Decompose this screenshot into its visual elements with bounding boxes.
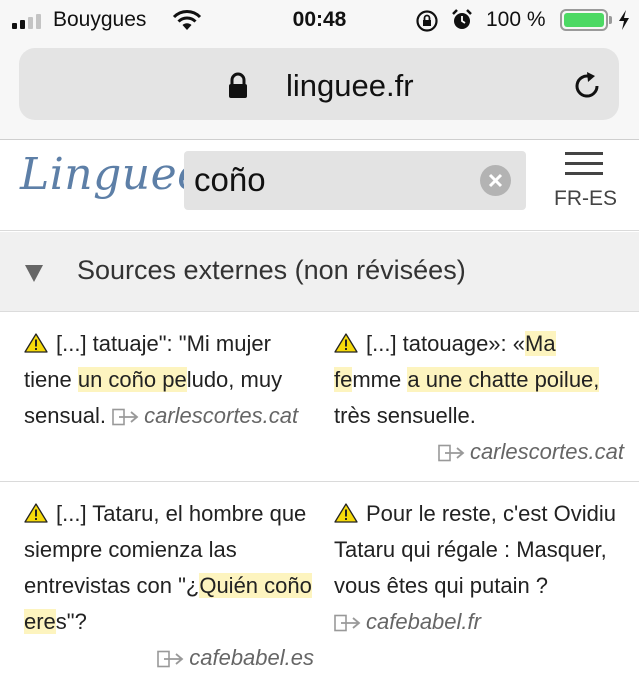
external-link-icon	[157, 650, 184, 668]
linguee-logo[interactable]: Linguee	[20, 149, 204, 200]
source-site: carlescortes.cat	[144, 403, 299, 428]
search-box[interactable]	[184, 151, 526, 210]
status-bar: Bouygues 00:48 100 %	[0, 0, 639, 40]
address-bar[interactable]: linguee.fr	[19, 48, 619, 120]
warning-icon	[24, 503, 48, 523]
source-site: carlescortes.cat	[469, 439, 624, 464]
example-text: s"?	[55, 609, 87, 634]
highlighted-text: un coño pe	[77, 367, 187, 392]
charging-bolt-icon	[619, 10, 629, 30]
language-pair[interactable]: FR-ES	[554, 187, 617, 211]
site-header: Linguee FR-ES	[0, 141, 639, 231]
target-example: Pour le reste, c'est Ovidiu Tataru qui r…	[334, 496, 624, 640]
source-link[interactable]: cafebabel.fr	[334, 609, 481, 634]
warning-icon	[334, 333, 358, 353]
source-link[interactable]: carlescortes.cat	[112, 403, 298, 428]
battery-nub	[609, 16, 612, 24]
source-site: cafebabel.es	[189, 645, 314, 670]
reload-icon[interactable]	[571, 70, 603, 102]
example-text: Pour le reste, c'est Ovidiu Tataru qui r…	[334, 501, 616, 598]
source-example: [...] Tataru, el hombre que siempre comi…	[24, 496, 314, 676]
section-header-external-sources[interactable]: Sources externes (non révisées)	[0, 232, 639, 312]
section-title: Sources externes (non révisées)	[77, 255, 466, 285]
rotation-lock-icon	[416, 10, 438, 32]
example-text: mme	[352, 367, 408, 392]
search-input[interactable]	[194, 161, 464, 199]
warning-icon	[334, 503, 358, 523]
highlighted-text: a une chatte poilue,	[407, 367, 600, 392]
battery-fill	[564, 13, 604, 27]
lock-icon	[229, 72, 247, 98]
battery-icon	[560, 9, 608, 31]
source-site: cafebabel.fr	[366, 609, 481, 634]
target-example: [...] tatouage»: «Ma femme a une chatte …	[334, 326, 624, 470]
example-text: très sensuelle.	[334, 403, 476, 428]
menu-icon[interactable]	[565, 152, 605, 180]
url-text: linguee.fr	[286, 68, 414, 103]
warning-icon	[24, 333, 48, 353]
browser-toolbar: linguee.fr	[0, 40, 639, 140]
source-example: [...] tatuaje": "Mi mujer tiene un coño …	[24, 326, 314, 434]
collapse-triangle-icon[interactable]	[25, 265, 43, 282]
external-link-icon	[334, 614, 361, 632]
source-link[interactable]: carlescortes.cat	[334, 434, 624, 470]
example-text: [...] tatouage»: «	[366, 331, 526, 356]
source-link[interactable]: cafebabel.es	[24, 640, 314, 676]
external-link-icon	[438, 444, 465, 462]
clear-search-button[interactable]	[480, 165, 511, 196]
clear-icon	[488, 173, 503, 188]
external-link-icon	[112, 408, 139, 426]
battery-percentage: 100 %	[486, 8, 546, 31]
result-row: [...] tatuaje": "Mi mujer tiene un coño …	[0, 312, 639, 482]
alarm-icon	[452, 9, 472, 29]
result-row: [...] Tataru, el hombre que siempre comi…	[0, 482, 639, 687]
